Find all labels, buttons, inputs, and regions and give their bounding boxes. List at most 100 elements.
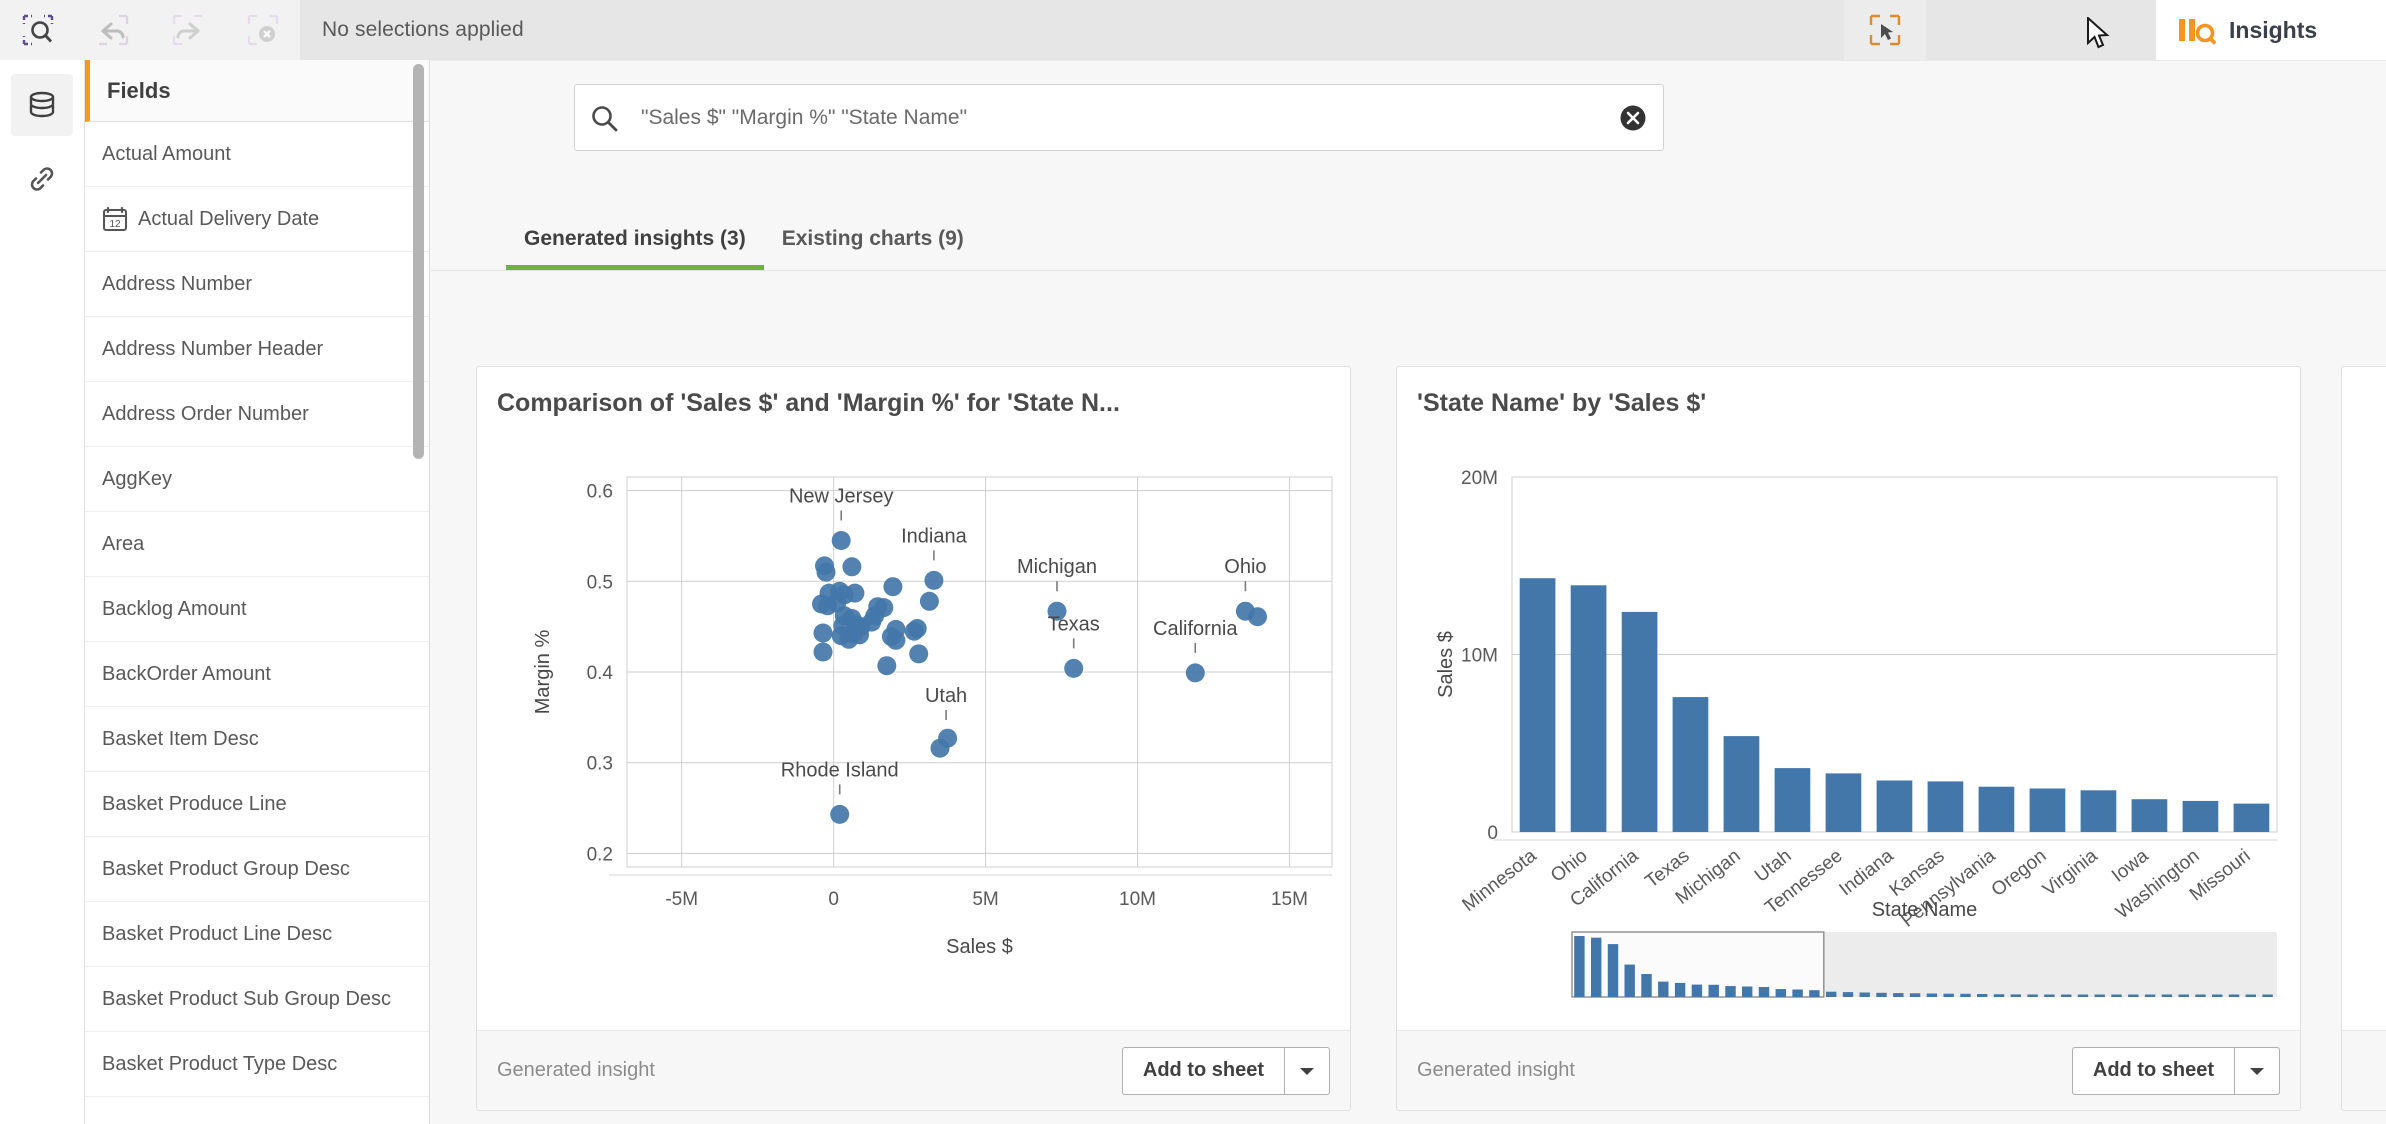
scatter-point[interactable] [1064,658,1084,678]
field-list-item-label: Actual Delivery Date [138,207,320,230]
field-list-item[interactable]: Actual Amount [85,122,429,187]
bar-xtick-label[interactable]: Indiana [1836,845,1898,900]
scatter-xtick-label: 10M [1119,889,1156,910]
bar-rect[interactable] [1519,578,1556,832]
scatter-point[interactable] [813,623,833,643]
bar-rect[interactable] [1621,611,1658,832]
bar-ytick-label: 0 [1487,823,1498,844]
bar-rect[interactable] [1774,768,1811,832]
insight-card-scatter[interactable]: Comparison of 'Sales $' and 'Margin %' f… [476,366,1351,1111]
field-list-item[interactable]: Basket Product Line Desc [85,902,429,967]
scatter-chart[interactable]: 0.2 0.3 0.4 0.5 0.6 -5M 0 5M 10M 15M New Jersey Ind… [477,427,1351,1027]
scatter-point[interactable] [845,583,865,603]
bar-rect[interactable] [1672,697,1709,832]
tab-generated-insights[interactable]: Generated insights (3) [506,212,764,270]
scatter-point[interactable] [813,642,833,662]
add-to-sheet-dropdown-scatter[interactable] [1284,1046,1330,1095]
smart-search-icon[interactable] [0,0,75,60]
scatter-point[interactable] [904,621,924,641]
bar-scroll-mini-bar-active [1775,989,1786,997]
selection-forward-icon[interactable] [150,0,225,60]
field-list-item[interactable]: Basket Produce Line [85,772,429,837]
clear-search-button[interactable] [1603,103,1663,133]
bar-rect[interactable] [1927,781,1964,832]
field-list-item-label: BackOrder Amount [102,662,271,685]
bar-xtick-label[interactable]: Virginia [2039,845,2102,901]
scatter-point[interactable] [1248,607,1267,627]
rail-item-associations[interactable] [11,148,73,210]
field-list-item[interactable]: BackOrder Amount [85,642,429,707]
insight-card-bar[interactable]: 'State Name' by 'Sales $' 0 10M 20M Minneso… [1396,366,2301,1111]
insight-card-scatter-footer: Generated insight Add to sheet [477,1030,1350,1110]
bar-scroll-mini-bar [1943,993,1954,997]
bar-scroll-mini-bar [2077,994,2089,997]
bar-rect[interactable] [2131,799,2168,832]
scatter-point[interactable] [831,531,851,550]
rail-item-fields[interactable] [11,74,73,136]
scatter-point[interactable] [930,738,950,758]
bar-rect[interactable] [2233,803,2270,832]
bar-rect[interactable] [1570,585,1607,832]
field-list-item[interactable]: 12 Actual Delivery Date [85,187,429,252]
bar-rect[interactable] [2080,790,2117,832]
bar-rect[interactable] [2029,788,2066,833]
scatter-ytick-label: 0.6 [587,482,613,503]
bar-rect[interactable] [1876,780,1913,833]
scatter-point[interactable] [886,630,906,650]
scatter-point[interactable] [830,804,850,824]
chevron-down-icon [2250,1067,2264,1075]
scatter-point[interactable] [919,591,939,611]
insight-card-partial[interactable] [2341,366,2386,1111]
add-to-sheet-button-scatter[interactable]: Add to sheet [1121,1046,1284,1095]
field-list-item[interactable]: Area [85,512,429,577]
field-list-item[interactable]: Address Order Number [85,382,429,447]
bar-scroll-mini-bar [2212,994,2223,997]
bar-scroll-mini-bar-active [1809,990,1820,997]
scatter-point[interactable] [924,570,944,590]
scatter-point[interactable] [839,629,859,649]
bar-xtick-label[interactable]: Minnesota [1459,845,1541,916]
bar-rect[interactable] [1825,773,1862,832]
scatter-point[interactable] [842,557,862,577]
field-list-item[interactable]: AggKey [85,447,429,512]
bar-scroll-mini-bar [2161,994,2173,997]
bar-rect[interactable] [2182,800,2219,832]
field-list-item[interactable]: Address Number [85,252,429,317]
add-to-sheet-dropdown-bar[interactable] [2234,1046,2280,1095]
bar-rect[interactable] [1978,786,2015,832]
fields-list[interactable]: Actual Amount 12 Actual Delivery Date Addre… [85,122,429,1097]
scatter-point[interactable] [816,562,836,582]
bar-chart[interactable]: 010M20MMinnesota OhioCaliforniaTexasMichi… [1397,427,2301,1027]
tab-existing-charts[interactable]: Existing charts (9) [764,212,982,270]
insight-card-partial-footer [2342,1030,2386,1110]
field-list-item[interactable]: Address Number Header [85,317,429,382]
selection-clear-icon[interactable] [225,0,300,60]
scatter-point[interactable] [909,644,929,664]
scatter-point-label: Rhode Island [781,759,899,781]
bar-scroll-mini-bar [2128,994,2139,997]
field-list-item[interactable]: Basket Product Sub Group Desc [85,967,429,1032]
field-list-item-label: Basket Product Type Desc [102,1052,338,1075]
scatter-y-axis-title: Margin % [532,630,554,715]
field-list-item[interactable]: Backlog Amount [85,577,429,642]
bar-scroll-mini-bar [1842,992,1854,997]
selection-back-icon[interactable] [75,0,150,60]
scatter-point[interactable] [877,656,897,676]
field-list-item[interactable]: Basket Product Group Desc [85,837,429,902]
selection-tool-button[interactable] [1844,0,1926,60]
scatter-point-label: New Jersey [789,485,893,507]
fields-scrollbar[interactable] [413,64,424,459]
field-list-item-label: Area [102,532,145,555]
bar-rect[interactable] [1723,736,1760,832]
add-to-sheet-group-scatter: Add to sheet [1121,1046,1330,1095]
field-list-item[interactable]: Basket Product Type Desc [85,1032,429,1097]
add-to-sheet-button-bar[interactable]: Add to sheet [2071,1046,2234,1095]
bar-scroll-mini-bar [1993,994,2005,997]
scatter-ytick-label: 0.4 [587,663,614,684]
scatter-point[interactable] [1185,663,1205,683]
field-list-item[interactable]: Basket Item Desc [85,707,429,772]
scatter-point[interactable] [883,577,903,597]
bar-xtick-label[interactable]: Oregon [1988,845,2051,901]
search-input[interactable] [633,105,1603,130]
search-bar[interactable] [574,84,1664,151]
